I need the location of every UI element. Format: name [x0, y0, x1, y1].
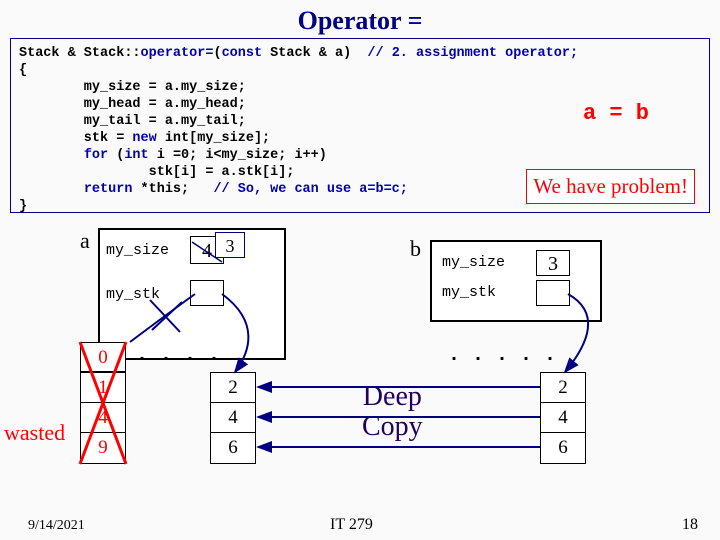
slide-title: Operator =	[0, 0, 720, 38]
array-b-cell: 2	[541, 373, 585, 403]
b-mystk-label: my_stk	[442, 284, 496, 301]
array-a-old-cell: 1	[81, 373, 125, 403]
array-a-new-cell: 6	[211, 433, 255, 463]
footer-course: IT 279	[330, 516, 373, 534]
array-a-old: 1 4 9	[80, 372, 126, 464]
deep-copy-label: Deep Copy	[362, 382, 423, 442]
diagram-area: a my_size my_stk 4 3 b my_size my_stk 3 …	[0, 222, 720, 502]
problem-callout: We have problem!	[526, 169, 695, 204]
dots-b: . . . . .	[448, 344, 556, 367]
array-a-old-top-cell: 0	[80, 342, 126, 372]
array-a-new: 2 4 6	[210, 372, 256, 464]
b-mystk-box	[536, 280, 570, 306]
array-b: 2 4 6	[540, 372, 586, 464]
array-a-new-cell: 2	[211, 373, 255, 403]
object-b-label: b	[410, 236, 421, 262]
a-mystk-box	[190, 280, 224, 306]
array-b-cell: 6	[541, 433, 585, 463]
code-box: Stack & Stack::operator=(const Stack & a…	[10, 38, 710, 213]
footer-page: 18	[682, 516, 698, 534]
a-mysize-label: my_size	[106, 242, 169, 259]
footer-date: 9/14/2021	[28, 518, 85, 534]
wasted-label: wasted	[4, 420, 65, 446]
b-mysize-value: 3	[536, 250, 570, 276]
a-mystk-label: my_stk	[106, 286, 160, 303]
array-a-old-cell: 9	[81, 433, 125, 463]
object-a-label: a	[80, 228, 90, 254]
array-a-new-cell: 4	[211, 403, 255, 433]
array-a-old-cell: 4	[81, 403, 125, 433]
dots-a: . . . .	[136, 344, 220, 367]
b-mysize-label: my_size	[442, 254, 505, 271]
annotation-a-equals-b: a = b	[583, 101, 649, 126]
object-b-box	[430, 240, 602, 322]
a-mysize-new-value: 3	[215, 232, 245, 258]
array-b-cell: 4	[541, 403, 585, 433]
